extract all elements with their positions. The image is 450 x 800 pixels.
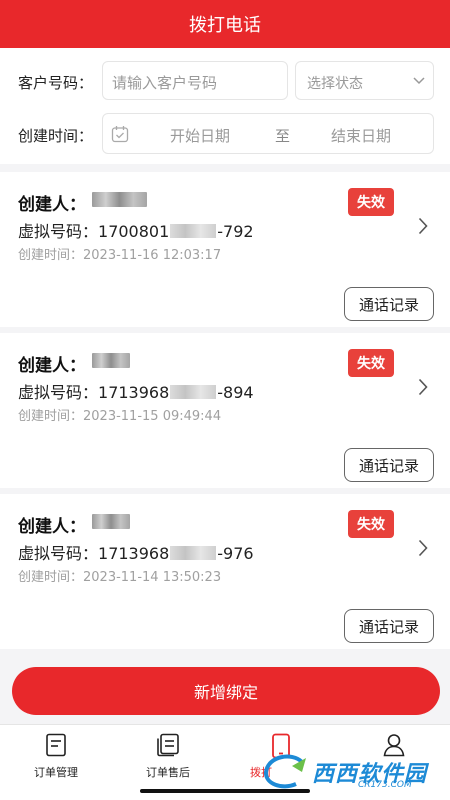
create-time-line: 创建时间：2023-11-14 13:50:23	[18, 566, 221, 585]
virtual-number-label: 虚拟号码：	[18, 544, 99, 563]
chevron-down-icon	[413, 77, 425, 85]
app-header: 拨打电话	[0, 0, 450, 48]
creator-label: 创建人：	[18, 195, 86, 215]
page-title: 拨打电话	[189, 15, 261, 36]
virtual-number-label: 虚拟号码：	[18, 383, 99, 402]
creator-name-redacted	[92, 514, 130, 529]
call-record-card[interactable]: 创建人： 失效 虚拟号码：1713968 -894 创建时间：2023-11-15…	[0, 333, 450, 488]
date-range-separator: 至	[275, 127, 291, 145]
virtual-number-line: 虚拟号码：1700801 -792	[18, 218, 254, 242]
virtual-number-prefix: 1713968	[98, 544, 170, 563]
home-indicator	[140, 789, 310, 793]
chevron-right-icon[interactable]	[418, 217, 428, 235]
customer-number-input[interactable]: 请输入客户号码	[102, 61, 288, 100]
creator-name-redacted	[92, 353, 130, 368]
stack-document-icon	[157, 733, 179, 757]
call-record-card[interactable]: 创建人： 失效 虚拟号码：1700801 -792 创建时间：2023-11-16…	[0, 172, 450, 327]
status-badge: 失效	[348, 510, 394, 538]
tab-order-management[interactable]: 订单管理	[0, 725, 112, 800]
tab-label: 订单管理	[34, 766, 78, 779]
virtual-number-label: 虚拟号码：	[18, 222, 99, 241]
chevron-right-icon[interactable]	[418, 539, 428, 557]
watermark-logo-icon	[264, 754, 306, 789]
end-date-field[interactable]: 结束日期	[331, 125, 391, 146]
create-time-label: 创建时间：	[18, 409, 84, 424]
virtual-number-line: 虚拟号码：1713968 -894	[18, 379, 254, 403]
start-date-field[interactable]: 开始日期	[170, 125, 230, 146]
create-time-value: 2023-11-16 12:03:17	[83, 248, 222, 263]
creator-label: 创建人：	[18, 356, 86, 376]
status-select[interactable]: 选择状态	[295, 61, 434, 100]
filter-panel: 客户号码： 请输入客户号码 选择状态 创建时间： 开始日期 至 结束日期	[0, 48, 450, 164]
call-log-button[interactable]: 通话记录	[344, 448, 434, 482]
document-icon	[46, 733, 66, 757]
create-time-label: 创建时间：	[18, 248, 84, 263]
create-time-value: 2023-11-14 13:50:23	[83, 570, 222, 585]
virtual-number-suffix: -976	[217, 544, 254, 563]
virtual-number-line: 虚拟号码：1713968 -976	[18, 540, 254, 564]
status-badge: 失效	[348, 349, 394, 377]
virtual-number-suffix: -792	[217, 222, 254, 241]
create-time-value: 2023-11-15 09:49:44	[83, 409, 222, 424]
creator-label: 创建人：	[18, 517, 86, 537]
customer-number-label: 客户号码：	[18, 74, 94, 92]
create-time-label: 创建时间：	[18, 127, 94, 145]
status-badge: 失效	[348, 188, 394, 216]
virtual-number-redacted	[170, 546, 217, 560]
calendar-icon	[111, 126, 129, 143]
virtual-number-suffix: -894	[217, 383, 254, 402]
customer-number-placeholder: 请输入客户号码	[112, 74, 218, 92]
date-range-picker[interactable]: 开始日期 至 结束日期	[102, 113, 434, 154]
virtual-number-prefix: 1713968	[98, 383, 170, 402]
call-log-button[interactable]: 通话记录	[344, 609, 434, 643]
call-record-card[interactable]: 创建人： 失效 虚拟号码：1713968 -976 创建时间：2023-11-14…	[0, 494, 450, 649]
create-time-label: 创建时间：	[18, 570, 84, 585]
add-binding-button[interactable]: 新增绑定	[12, 667, 440, 715]
creator-name-redacted	[92, 192, 147, 207]
virtual-number-prefix: 1700801	[98, 222, 170, 241]
chevron-right-icon[interactable]	[418, 378, 428, 396]
site-watermark: 西西软件园 CR173.COM	[262, 752, 428, 792]
virtual-number-redacted	[170, 224, 217, 238]
call-log-button[interactable]: 通话记录	[344, 287, 434, 321]
create-time-line: 创建时间：2023-11-16 12:03:17	[18, 244, 221, 263]
status-select-value: 选择状态	[307, 76, 363, 92]
virtual-number-redacted	[170, 385, 217, 399]
create-time-line: 创建时间：2023-11-15 09:49:44	[18, 405, 221, 424]
watermark-subtext: CR173.COM	[358, 780, 412, 790]
